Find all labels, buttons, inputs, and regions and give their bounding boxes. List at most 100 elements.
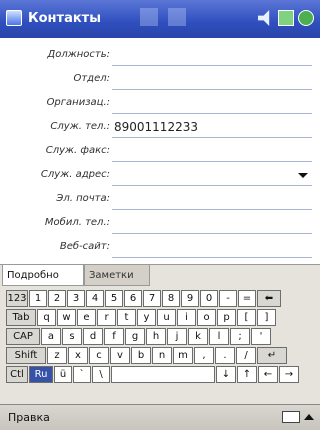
status-icons (258, 10, 314, 26)
key[interactable]: g (125, 328, 145, 345)
field-input[interactable] (112, 44, 312, 66)
key[interactable]: 1 (29, 290, 47, 307)
field-input[interactable] (112, 188, 312, 210)
field-label: Должность: (47, 49, 110, 60)
key[interactable]: j (167, 328, 187, 345)
speaker-icon[interactable] (258, 10, 270, 26)
language-ru-key[interactable]: Ru (29, 366, 53, 383)
key[interactable]: ; (230, 328, 250, 345)
key[interactable]: o (197, 309, 216, 326)
field-label: Служ. тел.: (50, 121, 110, 132)
field-input[interactable] (112, 140, 312, 162)
key[interactable]: 2 (48, 290, 66, 307)
ctrl-key[interactable]: Ctl (6, 366, 28, 383)
keyboard-row: Ctl Ru ü ` \ ↓ ↑ ← → (6, 366, 300, 384)
key[interactable]: v (110, 347, 130, 364)
menu-bar: Правка (0, 404, 320, 430)
form-row: Мобил. тел.: (0, 212, 320, 234)
field-input[interactable] (112, 68, 312, 90)
key[interactable]: w (57, 309, 76, 326)
app-title: Контакты (28, 11, 101, 26)
key[interactable]: 123 (6, 290, 28, 307)
field-label: Эл. почта: (56, 193, 110, 204)
key[interactable]: = (238, 290, 256, 307)
arrow-up-key[interactable]: ↑ (237, 366, 257, 383)
background-icons (140, 8, 186, 26)
key[interactable]: ` (73, 366, 91, 383)
key[interactable]: 7 (143, 290, 161, 307)
key[interactable]: z (47, 347, 67, 364)
key[interactable]: \ (92, 366, 110, 383)
shift-key[interactable]: Shift (6, 347, 46, 364)
key[interactable]: 4 (86, 290, 104, 307)
form-row: Отдел: (0, 68, 320, 90)
edit-menu[interactable]: Правка (8, 411, 50, 424)
tab-key[interactable]: Tab (6, 309, 36, 326)
key[interactable]: m (173, 347, 193, 364)
spacebar-key[interactable] (111, 366, 215, 383)
key[interactable]: q (37, 309, 56, 326)
tab-bar: Подробно Заметки (0, 264, 320, 287)
key[interactable]: 9 (181, 290, 199, 307)
key[interactable]: k (188, 328, 208, 345)
key[interactable]: n (152, 347, 172, 364)
key[interactable]: u (157, 309, 176, 326)
arrow-left-key[interactable]: ← (258, 366, 278, 383)
key[interactable]: i (177, 309, 196, 326)
key[interactable]: ' (251, 328, 271, 345)
contacts-app-icon[interactable] (6, 10, 22, 26)
caps-key[interactable]: CAP (6, 328, 40, 345)
key[interactable]: 5 (105, 290, 123, 307)
arrow-down-key[interactable]: ↓ (216, 366, 236, 383)
key[interactable]: 6 (124, 290, 142, 307)
key[interactable]: x (68, 347, 88, 364)
key[interactable]: y (137, 309, 156, 326)
input-panel-arrow-icon[interactable] (304, 414, 314, 420)
key[interactable]: b (131, 347, 151, 364)
field-label: Организац.: (46, 97, 110, 108)
key[interactable]: d (83, 328, 103, 345)
form-row: Служ. тел.: 89001112233 (0, 116, 320, 138)
battery-icon[interactable] (278, 10, 294, 26)
keyboard-row: 123 1 2 3 4 5 6 7 8 9 0 - = ⬅ (6, 290, 282, 308)
key[interactable]: h (146, 328, 166, 345)
key[interactable]: e (77, 309, 96, 326)
tab-notes[interactable]: Заметки (84, 265, 150, 286)
enter-key[interactable]: ↵ (257, 347, 287, 364)
key[interactable]: l (209, 328, 229, 345)
form-row: Должность: (0, 44, 320, 66)
field-label: Служ. адрес: (40, 169, 110, 180)
key[interactable]: [ (237, 309, 256, 326)
dropdown-arrow-icon[interactable] (298, 173, 308, 178)
key[interactable]: p (217, 309, 236, 326)
arrow-right-key[interactable]: → (279, 366, 299, 383)
tab-details[interactable]: Подробно (2, 265, 84, 286)
key[interactable]: t (117, 309, 136, 326)
form-row: Веб-сайт: (0, 236, 320, 258)
key[interactable]: ü (54, 366, 72, 383)
key[interactable]: f (104, 328, 124, 345)
key[interactable]: 8 (162, 290, 180, 307)
keyboard-icon[interactable] (282, 411, 300, 423)
key[interactable]: - (219, 290, 237, 307)
work-phone-input[interactable]: 89001112233 (112, 116, 312, 138)
key[interactable]: r (97, 309, 116, 326)
field-label: Мобил. тел.: (44, 217, 110, 228)
field-input[interactable] (112, 92, 312, 114)
key[interactable]: c (89, 347, 109, 364)
field-input[interactable] (112, 236, 312, 258)
key[interactable]: . (215, 347, 235, 364)
backspace-key[interactable]: ⬅ (257, 290, 281, 307)
keyboard-row: CAP a s d f g h j k l ; ' (6, 328, 272, 346)
key[interactable]: , (194, 347, 214, 364)
field-input[interactable] (112, 212, 312, 234)
key[interactable]: s (62, 328, 82, 345)
key[interactable]: / (236, 347, 256, 364)
address-dropdown[interactable] (112, 164, 312, 186)
key[interactable]: 3 (67, 290, 85, 307)
key[interactable]: ] (257, 309, 276, 326)
contact-form: Должность: Отдел: Организац.: Служ. тел.… (0, 38, 320, 264)
key[interactable]: a (41, 328, 61, 345)
ok-button[interactable] (298, 10, 314, 26)
key[interactable]: 0 (200, 290, 218, 307)
